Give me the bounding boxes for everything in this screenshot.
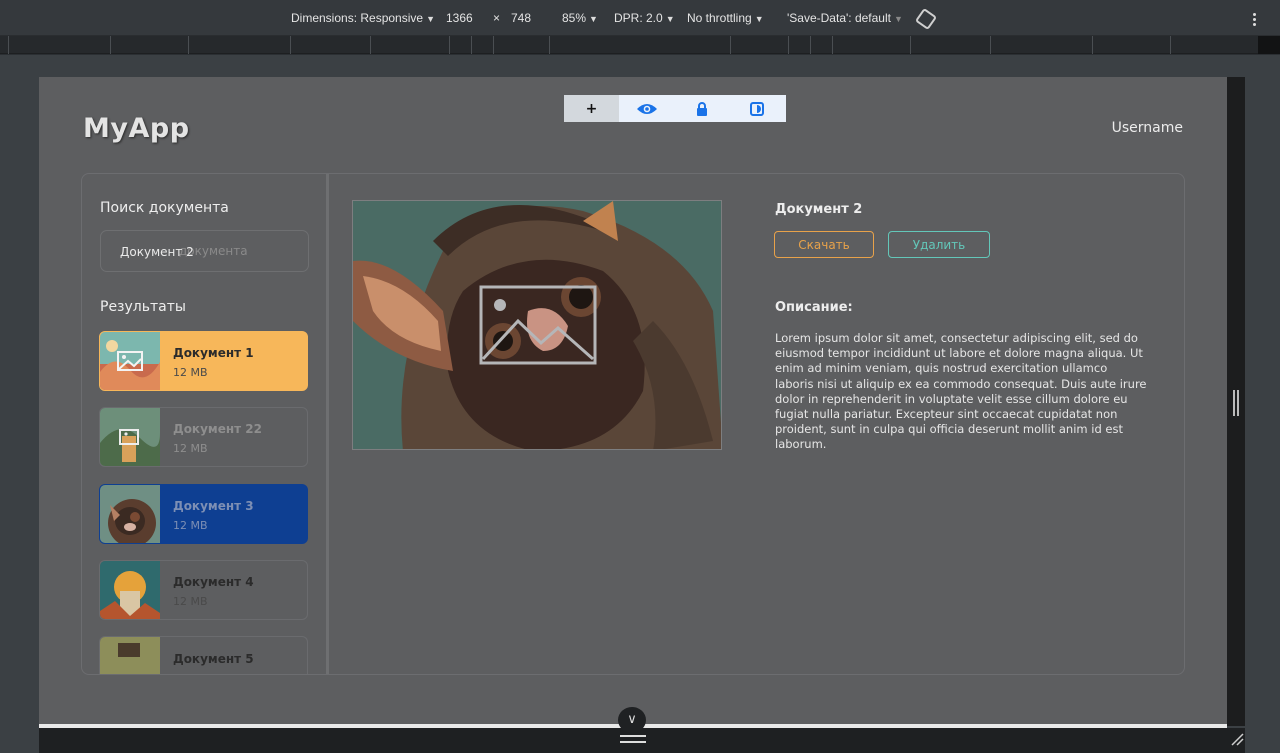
results-label: Результаты — [100, 299, 186, 315]
document-card-size: 12 MB — [173, 595, 208, 608]
description-label: Описание: — [775, 300, 853, 315]
resize-handle-right[interactable] — [1233, 390, 1239, 416]
device-viewport-area: MyApp Username + Поиск документа докумен… — [0, 55, 1280, 753]
document-card-5[interactable]: Документ 5 — [99, 636, 308, 674]
dpr-label: DPR: 2.0 — [614, 11, 663, 25]
devtools-device-toolbar: Dimensions: Responsive ▼ 1366 × 748 85% ▼ … — [0, 0, 1280, 36]
search-label: Поиск документа — [100, 200, 229, 216]
document-card-name: Документ 22 — [173, 422, 262, 436]
lock-icon[interactable] — [674, 95, 729, 122]
username[interactable]: Username — [1112, 120, 1183, 136]
contrast-icon[interactable] — [729, 95, 784, 122]
app-logo[interactable]: MyApp — [83, 113, 190, 144]
dpr-dropdown[interactable]: DPR: 2.0 ▼ — [614, 11, 675, 25]
media-query-ruler[interactable] — [0, 36, 1280, 54]
main-panel: Поиск документа документа Документ 2 Рез… — [81, 173, 1185, 675]
zoom-label: 85% — [562, 11, 587, 25]
document-card-size: 12 MB — [173, 366, 208, 379]
chevron-down-icon[interactable]: ∨ — [618, 707, 646, 733]
throttling-dropdown[interactable]: No throttling ▼ — [687, 11, 764, 25]
document-card-name: Документ 1 — [173, 346, 254, 360]
document-thumbnail — [100, 561, 160, 619]
app-page: MyApp Username + Поиск документа докумен… — [39, 77, 1227, 726]
chevron-down-icon: ▼ — [893, 14, 903, 24]
document-thumbnail — [100, 637, 160, 674]
dimensions-dropdown[interactable]: Dimensions: Responsive ▼ — [291, 11, 435, 25]
resize-handle-bottom[interactable] — [620, 735, 646, 743]
eye-icon[interactable] — [619, 95, 674, 122]
document-card-2[interactable]: Документ 22 12 MB — [99, 407, 308, 467]
document-thumbnail — [100, 408, 160, 466]
document-thumbnail — [100, 332, 160, 390]
description-text: Lorem ipsum dolor sit amet, consectetur … — [775, 331, 1147, 452]
document-card-1[interactable]: Документ 1 12 MB — [99, 331, 308, 391]
document-card-name: Документ 4 — [173, 575, 254, 589]
chevron-down-icon: ▼ — [754, 14, 764, 24]
height-input[interactable]: 748 — [505, 9, 537, 29]
zoom-dropdown[interactable]: 85% ▼ — [562, 11, 598, 25]
save-data-label: 'Save-Data': default — [787, 11, 891, 25]
more-options-icon[interactable] — [1253, 13, 1256, 28]
add-button[interactable]: + — [564, 95, 619, 122]
search-value: Документ 2 — [120, 245, 194, 259]
dimensions-label: Dimensions: Responsive — [291, 11, 424, 25]
sidebar: Поиск документа документа Документ 2 Рез… — [82, 174, 329, 674]
search-input[interactable]: документа Документ 2 — [100, 230, 309, 272]
document-preview-image — [352, 200, 722, 450]
chevron-down-icon: ▼ — [426, 14, 435, 24]
times-separator: × — [493, 11, 501, 25]
document-card-size: 12 MB — [173, 519, 208, 532]
chevron-down-icon: ▼ — [589, 14, 598, 24]
document-card-size: 12 MB — [173, 442, 208, 455]
document-title: Документ 2 — [775, 202, 863, 217]
save-data-dropdown[interactable]: 'Save-Data': default ▼ — [787, 11, 903, 25]
document-card-4[interactable]: Документ 4 12 MB — [99, 560, 308, 620]
document-card-3[interactable]: Документ 3 12 MB — [99, 484, 308, 544]
document-thumbnail — [100, 485, 160, 543]
width-input[interactable]: 1366 — [440, 9, 479, 29]
floating-toolbar: + — [564, 95, 786, 122]
delete-button[interactable]: Удалить — [888, 231, 990, 258]
download-button[interactable]: Скачать — [774, 231, 874, 258]
throttling-label: No throttling — [687, 11, 752, 25]
document-card-name: Документ 3 — [173, 499, 254, 513]
rotate-icon[interactable] — [914, 7, 938, 31]
document-card-name: Документ 5 — [173, 652, 254, 666]
chevron-down-icon: ▼ — [665, 14, 675, 24]
resize-corner-icon[interactable] — [1230, 731, 1244, 746]
